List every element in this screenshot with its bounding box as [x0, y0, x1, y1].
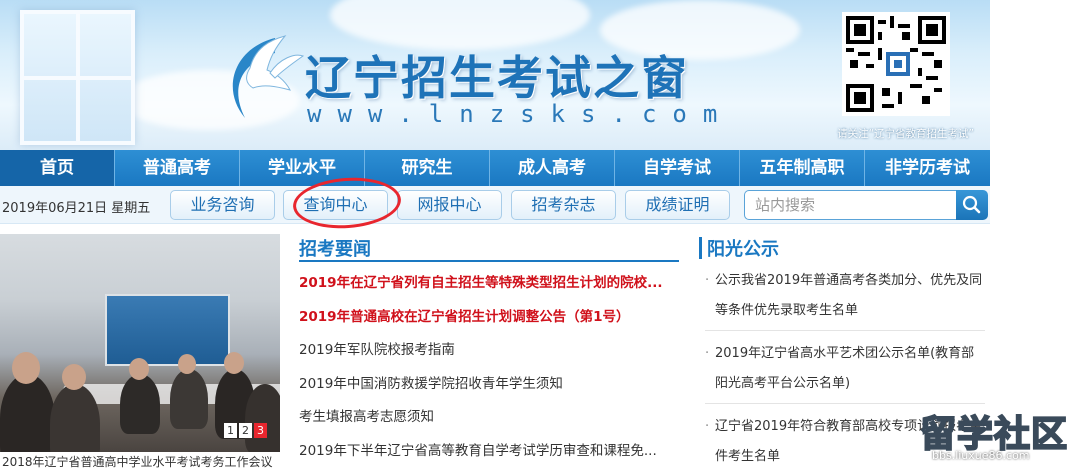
photo-head: [129, 358, 149, 380]
search-button[interactable]: [956, 190, 988, 220]
site-url: www.lnzsks.com: [307, 100, 734, 128]
current-date: 2019年06月21日 星期五: [2, 201, 151, 216]
photo-person: [245, 384, 280, 452]
score-certificate-button[interactable]: 成绩证明: [625, 190, 730, 220]
nav-item-xueye[interactable]: 学业水平: [240, 150, 365, 186]
photo-person: [120, 374, 160, 434]
photo-person: [0, 374, 55, 452]
news-section-title: 招考要闻: [299, 239, 371, 260]
main-nav: 首页 普通高考 学业水平 研究生 成人高考 自学考试 五年制高职 非学历考试: [0, 150, 990, 186]
nav-item-home[interactable]: 首页: [0, 150, 115, 186]
nav-item-adult[interactable]: 成人高考: [490, 150, 615, 186]
slide-2-button[interactable]: 2: [239, 423, 252, 438]
magazine-button[interactable]: 招考杂志: [511, 190, 616, 220]
news-item[interactable]: 2019年在辽宁省列有自主招生等特殊类型招生计划的院校...: [299, 271, 679, 305]
query-center-button[interactable]: 查询中心: [283, 190, 388, 220]
window-decoration: [20, 10, 135, 145]
photo-caption[interactable]: 2018年辽宁省普通高中学业水平考试考务工作会议: [2, 453, 273, 470]
news-title-underline: [299, 260, 679, 262]
news-item[interactable]: 2019年普通高校在辽宁省招生计划调整公告（第1号）: [299, 305, 679, 339]
nav-item-non-degree[interactable]: 非学历考试: [865, 150, 990, 186]
photo-head: [224, 352, 244, 374]
sunshine-item[interactable]: 2019年辽宁省高水平艺术团公示名单(教育部阳光高考平台公示名单): [705, 339, 985, 404]
news-item[interactable]: 2019年下半年辽宁省高等教育自学考试学历审查和课程免...: [299, 439, 679, 473]
nav-item-graduate[interactable]: 研究生: [365, 150, 490, 186]
dove-logo-icon: [232, 35, 305, 118]
news-item[interactable]: 2019年军队院校报考指南: [299, 338, 679, 372]
search-icon: [962, 195, 981, 214]
site-title: 辽宁招生考试之窗: [305, 51, 689, 105]
photo-head: [12, 352, 40, 384]
nav-item-gaokao[interactable]: 普通高考: [115, 150, 240, 186]
slide-pager: 1 2 3: [224, 423, 267, 438]
section-marker: [699, 237, 702, 259]
consult-button[interactable]: 业务咨询: [170, 190, 275, 220]
header-banner: 辽宁招生考试之窗 www.lnzsks.com 请关注“辽宁省教育招生考试”: [0, 0, 990, 150]
qr-caption: 请关注“辽宁省教育招生考试”: [837, 128, 974, 140]
site-search-input[interactable]: [744, 190, 956, 220]
photo-person: [170, 369, 208, 429]
sub-toolbar: 2019年06月21日 星期五 业务咨询 查询中心 网报中心 招考杂志 成绩证明: [0, 186, 990, 224]
slide-1-button[interactable]: 1: [224, 423, 237, 438]
slide-3-button[interactable]: 3: [254, 423, 267, 438]
news-item[interactable]: 2019年中国消防救援学院招收青年学生须知: [299, 372, 679, 406]
news-photo[interactable]: [0, 234, 280, 452]
nav-item-self-study[interactable]: 自学考试: [615, 150, 740, 186]
news-list: 2019年在辽宁省列有自主招生等特殊类型招生计划的院校... 2019年普通高校…: [299, 271, 679, 472]
online-registration-button[interactable]: 网报中心: [397, 190, 502, 220]
photo-head: [62, 364, 86, 390]
qr-code-icon: [842, 12, 950, 116]
photo-head: [178, 354, 196, 374]
watermark-site: bbs.liuxue86.com: [932, 449, 1030, 462]
nav-item-five-year[interactable]: 五年制高职: [740, 150, 865, 186]
sunshine-section-title: 阳光公示: [707, 239, 779, 260]
sunshine-item[interactable]: 公示我省2019年普通高考各类加分、优先及同等条件优先录取考生名单: [705, 266, 985, 331]
news-item[interactable]: 考生填报高考志愿须知: [299, 405, 679, 439]
photo-screen: [105, 294, 230, 366]
